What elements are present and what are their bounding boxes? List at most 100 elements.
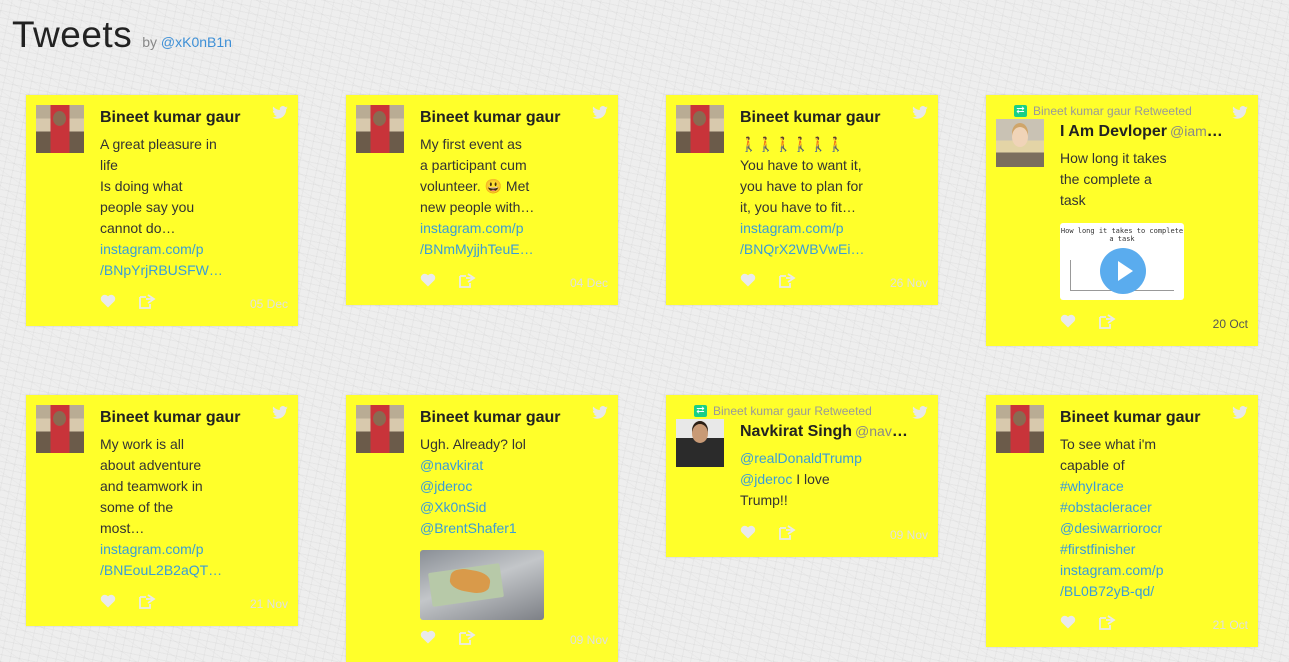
- tweet-link[interactable]: instagram.com/p: [100, 539, 232, 560]
- video-caption: How long it takes to complete a task: [1060, 227, 1184, 243]
- tweet-link[interactable]: /BNQrX2WBVwEi…: [740, 239, 872, 260]
- tweet-text-line: it, you have to fit…: [740, 199, 856, 215]
- avatar[interactable]: [36, 105, 84, 153]
- tweet-date[interactable]: 20 Oct: [1213, 317, 1248, 331]
- like-icon[interactable]: [420, 273, 436, 294]
- tweet-link[interactable]: #whyIrace: [1060, 476, 1192, 497]
- like-icon[interactable]: [420, 630, 436, 651]
- share-icon[interactable]: [458, 273, 476, 294]
- tweet-date[interactable]: 21 Nov: [250, 597, 288, 611]
- share-icon[interactable]: [138, 294, 156, 315]
- tweet-date[interactable]: 21 Oct: [1213, 618, 1248, 632]
- tweet-link[interactable]: /BNmMyjjhTeuE…: [420, 239, 552, 260]
- like-icon[interactable]: [1060, 314, 1076, 335]
- tweet-date[interactable]: 04 Dec: [570, 276, 608, 290]
- tweet-handle[interactable]: @iamdevloper: [1170, 123, 1228, 139]
- tweet-link[interactable]: /BNEouL2B2aQT…: [100, 560, 232, 581]
- tweet-author[interactable]: Navkirat Singh@navkirat: [740, 423, 908, 441]
- avatar[interactable]: [676, 419, 724, 467]
- avatar[interactable]: [676, 105, 724, 153]
- avatar[interactable]: [356, 105, 404, 153]
- video-thumbnail[interactable]: How long it takes to complete a task: [1060, 223, 1184, 300]
- tweet-text-line: capable of: [1060, 457, 1125, 473]
- tweet-author[interactable]: Bineet kumar gaur: [100, 109, 268, 127]
- like-icon[interactable]: [100, 294, 116, 315]
- tweet-link[interactable]: @jderoc: [420, 476, 552, 497]
- tweet-card: Bineet kumar gaur To see what i'm capable…: [986, 395, 1258, 647]
- tweet-link[interactable]: instagram.com/p: [100, 239, 232, 260]
- tweet-card: ⇄ Bineet kumar gaur Retweeted I Am Devlo…: [986, 95, 1258, 346]
- tweet-link[interactable]: /BNpYrjRBUSFW…: [100, 260, 232, 281]
- tweet-date[interactable]: 05 Dec: [250, 297, 288, 311]
- tweet-text-line: a participant cum: [420, 157, 527, 173]
- twitter-bird-icon[interactable]: [912, 406, 928, 424]
- tweet-link[interactable]: @desiwarriorocr: [1060, 518, 1192, 539]
- tweet-text-line: A great pleasure in: [100, 136, 217, 152]
- tweet-link[interactable]: #firstfinisher: [1060, 539, 1192, 560]
- twitter-bird-icon[interactable]: [592, 406, 608, 424]
- retweet-icon: ⇄: [1014, 105, 1027, 117]
- twitter-bird-icon[interactable]: [912, 106, 928, 124]
- avatar[interactable]: [996, 119, 1044, 167]
- tweet-author[interactable]: Bineet kumar gaur: [1060, 409, 1228, 427]
- tweet-text-line: @jderoc I love: [740, 469, 872, 490]
- play-button-icon[interactable]: [1100, 248, 1146, 294]
- like-icon[interactable]: [1060, 615, 1076, 636]
- byline-prefix: by: [142, 34, 158, 50]
- tweet-photo[interactable]: [420, 550, 544, 620]
- tweet-link[interactable]: instagram.com/p: [740, 218, 872, 239]
- tweet-link[interactable]: instagram.com/p: [1060, 560, 1192, 581]
- tweet-text-line: you have to plan for: [740, 178, 863, 194]
- twitter-bird-icon[interactable]: [272, 406, 288, 424]
- avatar[interactable]: [36, 405, 84, 453]
- tweet-link[interactable]: /BL0B72yB-qd/: [1060, 581, 1192, 602]
- tweet-author[interactable]: Bineet kumar gaur: [100, 409, 268, 427]
- tweet-handle[interactable]: @navkirat: [855, 423, 908, 439]
- twitter-bird-icon[interactable]: [592, 106, 608, 124]
- tweet-author[interactable]: Bineet kumar gaur: [420, 409, 588, 427]
- tweet-text-line: To see what i'm: [1060, 436, 1157, 452]
- share-icon[interactable]: [458, 630, 476, 651]
- tweet-card: Bineet kumar gaur 🚶🚶🚶🚶🚶🚶 You have to want…: [666, 95, 938, 305]
- like-icon[interactable]: [740, 525, 756, 546]
- tweet-text: To see what i'm capable of #whyIrace #obsta…: [1060, 434, 1192, 602]
- page-title: Tweets: [12, 14, 133, 55]
- author-link[interactable]: @xK0nB1n: [161, 34, 232, 50]
- tweet-text-line: Is doing what: [100, 178, 183, 194]
- avatar[interactable]: [996, 405, 1044, 453]
- tweet-date[interactable]: 09 Nov: [890, 528, 928, 542]
- share-icon[interactable]: [138, 594, 156, 615]
- retweeted-label: Bineet kumar gaur Retweeted: [713, 404, 872, 418]
- share-icon[interactable]: [1098, 615, 1116, 636]
- tweet-text-line: You have to want it,: [740, 157, 862, 173]
- tweet-text: @realDonaldTrump @jderoc I love Trump!!: [740, 448, 872, 511]
- tweet-text-line: Trump!!: [740, 492, 788, 508]
- twitter-bird-icon[interactable]: [1232, 406, 1248, 424]
- tweet-text: Ugh. Already? lol @navkirat @jderoc @Xk0nSi…: [420, 434, 552, 539]
- like-icon[interactable]: [100, 594, 116, 615]
- tweet-link[interactable]: instagram.com/p: [420, 218, 552, 239]
- tweet-author[interactable]: Bineet kumar gaur: [740, 109, 908, 127]
- tweet-link[interactable]: @navkirat: [420, 455, 552, 476]
- tweet-author[interactable]: I Am Devloper@iamdevloper: [1060, 123, 1228, 141]
- retweeted-banner: ⇄ Bineet kumar gaur Retweeted: [694, 404, 872, 418]
- tweet-link[interactable]: @BrentShafer1: [420, 518, 552, 539]
- avatar[interactable]: [356, 405, 404, 453]
- retweeted-banner: ⇄ Bineet kumar gaur Retweeted: [1014, 104, 1192, 118]
- tweet-link[interactable]: @realDonaldTrump: [740, 448, 872, 469]
- tweet-link[interactable]: #obstacleracer: [1060, 497, 1192, 518]
- tweet-text-line: How long it takes: [1060, 150, 1167, 166]
- share-icon[interactable]: [778, 525, 796, 546]
- share-icon[interactable]: [778, 273, 796, 294]
- tweet-date[interactable]: 26 Nov: [890, 276, 928, 290]
- twitter-bird-icon[interactable]: [272, 106, 288, 124]
- tweet-card: Bineet kumar gaur My work is all about ad…: [26, 395, 298, 626]
- tweet-date[interactable]: 09 Nov: [570, 633, 608, 647]
- like-icon[interactable]: [740, 273, 756, 294]
- tweet-link[interactable]: @Xk0nSid: [420, 497, 552, 518]
- tweet-card: Bineet kumar gaur A great pleasure in lif…: [26, 95, 298, 326]
- share-icon[interactable]: [1098, 314, 1116, 335]
- twitter-bird-icon[interactable]: [1232, 106, 1248, 124]
- tweet-link[interactable]: @jderoc: [740, 471, 792, 487]
- tweet-author[interactable]: Bineet kumar gaur: [420, 109, 588, 127]
